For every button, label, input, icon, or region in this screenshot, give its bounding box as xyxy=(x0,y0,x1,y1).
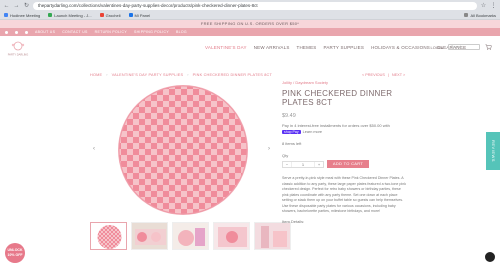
product-price: $9.49 xyxy=(282,113,296,119)
bookmark-label: Hodinee Meeting xyxy=(10,12,41,18)
learn-more-link[interactable]: Learn more xyxy=(303,130,322,134)
instagram-icon[interactable] xyxy=(15,30,18,34)
breadcrumb-current: PINK CHECKERED DINNER PLATES 8CT xyxy=(192,73,272,77)
thumbnail[interactable] xyxy=(213,222,250,250)
bookmark-item[interactable]: Mi Panel xyxy=(128,12,151,18)
nav-item-party-supplies[interactable]: PARTY SUPPLIES xyxy=(323,45,364,50)
util-link-return[interactable]: RETURN POLICY xyxy=(95,30,127,34)
browser-chrome: ← → ↻ thepartydarling.com/collections/va… xyxy=(0,0,500,20)
item-details-heading: Item Details: xyxy=(282,218,305,224)
back-icon[interactable]: ← xyxy=(3,3,10,9)
qty-plus-button[interactable]: + xyxy=(315,162,323,167)
qty-minus-button[interactable]: − xyxy=(283,162,291,167)
breadcrumb-separator: › xyxy=(187,73,189,77)
address-row: ← → ↻ thepartydarling.com/collections/va… xyxy=(0,0,500,11)
util-link-blog[interactable]: BLOG xyxy=(176,30,187,34)
bookmarks-bar: Hodinee Meeting Launch Meeting - J... Gr… xyxy=(0,11,500,20)
previous-link[interactable]: < PREVIOUS xyxy=(362,73,385,77)
nav-item-new-arrivals[interactable]: NEW ARRIVALS xyxy=(254,45,290,50)
breadcrumb: HOME › VALENTINE'S DAY PARTY SUPPLIES › … xyxy=(90,73,272,77)
bookmark-item[interactable]: Grocheli xyxy=(99,12,121,18)
facebook-icon[interactable] xyxy=(5,30,8,34)
unlock-line-1: UNLOCK xyxy=(7,248,23,252)
unlock-discount-badge[interactable]: UNLOCK 10% OFF xyxy=(5,243,25,263)
cart-icon[interactable] xyxy=(485,44,492,50)
menu-icon[interactable]: ⋮ xyxy=(490,2,497,9)
bookmark-item[interactable]: Launch Meeting - J... xyxy=(48,12,92,18)
unlock-line-2: 10% OFF xyxy=(7,252,23,257)
breadcrumb-category[interactable]: VALENTINE'S DAY PARTY SUPPLIES xyxy=(112,73,184,77)
product-title: PINK CHECKERED DINNER PLATES 8CT xyxy=(282,89,393,107)
add-to-cart-button[interactable]: ADD TO CART xyxy=(327,160,369,168)
chat-icon[interactable] xyxy=(485,252,495,262)
search-input[interactable]: Search... xyxy=(448,44,480,50)
bookmark-label: Grocheli xyxy=(105,12,121,18)
breadcrumb-separator: › xyxy=(106,73,108,77)
all-bookmarks-label: All Bookmarks xyxy=(470,12,496,18)
prev-image-arrow[interactable]: ‹ xyxy=(93,146,95,152)
breadcrumb-home[interactable]: HOME xyxy=(90,73,102,77)
promo-bar: FREE SHIPPING ON U.S. ORDERS OVER $50* xyxy=(0,20,500,28)
star-icon[interactable]: ☆ xyxy=(480,2,487,9)
stock-count: 8 items left xyxy=(282,141,302,146)
bookmark-label: Mi Panel xyxy=(134,12,151,18)
utility-bar: ABOUT US CONTACT US RETURN POLICY SHIPPI… xyxy=(0,28,500,36)
util-link-shipping[interactable]: SHIPPING POLICY xyxy=(134,30,169,34)
login-link[interactable]: LOGIN xyxy=(431,45,443,50)
bookmark-label: Launch Meeting - J... xyxy=(54,12,92,18)
forward-icon[interactable]: → xyxy=(13,3,20,9)
product-pager: < PREVIOUS | NEXT > xyxy=(362,73,405,77)
reload-icon[interactable]: ↻ xyxy=(23,2,30,9)
shop-pay-logo: shop Pay xyxy=(282,130,301,134)
header-actions: LOGIN Search... xyxy=(431,44,492,50)
main-nav: VALENTINE'S DAY NEW ARRIVALS THEMES PART… xyxy=(205,45,466,50)
installments-text: Pay in 4 interest-free installments for … xyxy=(282,123,390,128)
util-link-about[interactable]: ABOUT US xyxy=(35,30,55,34)
thumbnail[interactable] xyxy=(90,222,127,250)
logo-text: PARTY DARLING xyxy=(8,53,29,57)
site-logo[interactable]: PARTY DARLING xyxy=(7,40,29,58)
bookmark-icon xyxy=(48,13,53,17)
product-description: Serve a pretty-in-pink style meal with t… xyxy=(282,176,406,213)
pinterest-icon[interactable] xyxy=(25,30,28,34)
nav-item-valentines[interactable]: VALENTINE'S DAY xyxy=(205,45,247,50)
pager-separator: | xyxy=(387,73,389,77)
product-vendor[interactable]: Jollity / Daydream Society xyxy=(282,80,407,85)
thumbnail-strip xyxy=(90,222,291,250)
product-main-image[interactable] xyxy=(103,83,263,218)
nav-item-holidays[interactable]: HOLIDAYS & OCCASIONS xyxy=(371,45,430,50)
nav-item-themes[interactable]: THEMES xyxy=(297,45,317,50)
folder-icon xyxy=(464,13,469,17)
url-bar[interactable]: thepartydarling.com/collections/valentin… xyxy=(33,1,477,10)
thumbnail[interactable] xyxy=(254,222,291,250)
next-image-arrow[interactable]: › xyxy=(268,146,270,152)
qty-label: Qty xyxy=(282,153,289,158)
thumbnail[interactable] xyxy=(172,222,209,250)
qty-row: − 1 + ADD TO CART xyxy=(282,160,407,168)
thumbnail[interactable] xyxy=(131,222,168,250)
bookmark-icon xyxy=(128,13,133,17)
reviews-tab[interactable]: REVIEWS xyxy=(486,132,500,170)
all-bookmarks[interactable]: All Bookmarks xyxy=(464,13,496,18)
product-info: Jollity / Daydream Society PINK CHECKERE… xyxy=(282,80,407,224)
qty-value[interactable]: 1 xyxy=(291,161,315,167)
bookmark-item[interactable]: Hodinee Meeting xyxy=(4,13,40,18)
bookmark-icon xyxy=(99,13,104,17)
bookmark-icon xyxy=(4,13,8,17)
shop-pay-row: shop Pay Learn more xyxy=(282,130,407,134)
next-link[interactable]: NEXT > xyxy=(392,73,405,77)
util-link-contact[interactable]: CONTACT US xyxy=(62,30,87,34)
quantity-stepper: − 1 + xyxy=(282,160,324,168)
